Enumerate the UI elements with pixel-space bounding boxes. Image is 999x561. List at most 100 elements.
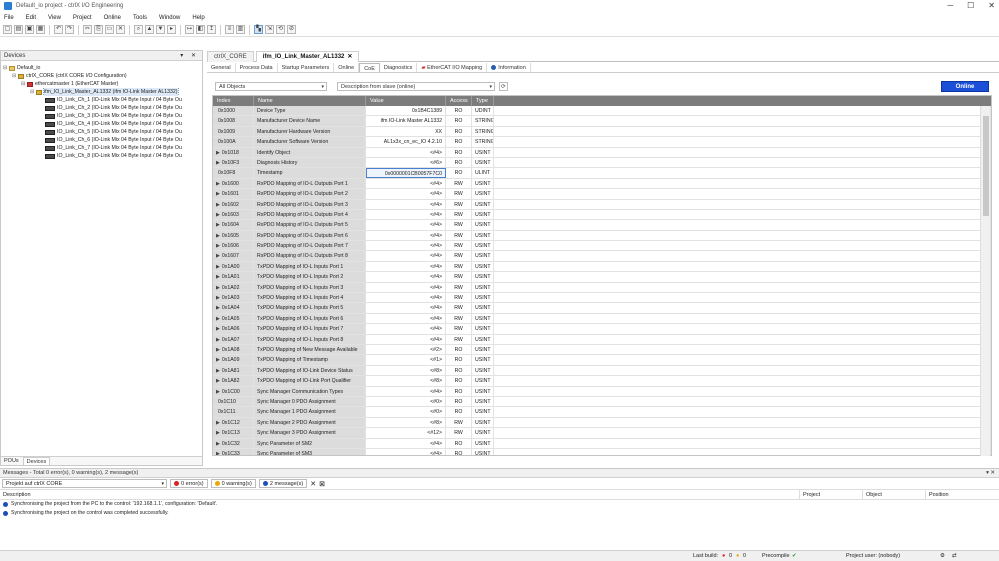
menu-window[interactable]: Window xyxy=(159,15,180,21)
table-row[interactable]: ▶ 0x1A06 TxPDO Mapping of IO-L Inputs Port… xyxy=(213,324,991,335)
table-row[interactable]: 0x1009 Manufacturer Hardware Version XX RO S… xyxy=(213,126,991,138)
expand-icon[interactable]: ▶ xyxy=(216,355,220,364)
table-row[interactable]: ▶ 0x1607 RxPDO Mapping of IO-L Outputs Por… xyxy=(213,251,991,262)
tree-item[interactable]: IO_Link_Ch_3 (IO-Link Mix 04 Byte Input … xyxy=(3,112,200,120)
expand-icon[interactable]: ▶ xyxy=(216,210,220,219)
subtab-diagnostics[interactable]: Diagnostics xyxy=(380,63,418,72)
tab-devices[interactable]: Devices xyxy=(22,457,51,465)
expand-icon[interactable]: ▶ xyxy=(216,158,220,167)
table-row[interactable]: ▶ 0x1C00 Sync Manager Communication Types <… xyxy=(213,386,991,397)
table-row[interactable]: 0x1008 Manufacturer Device Name ifm IO-Lin… xyxy=(213,116,991,127)
table-row[interactable]: ▶ 0x1A08 TxPDO Mapping of New Message Avai… xyxy=(213,344,991,356)
expand-icon[interactable]: ▶ xyxy=(216,418,220,427)
menu-project[interactable]: Project xyxy=(73,15,92,21)
expand-icon[interactable]: ▶ xyxy=(216,179,220,188)
save-icon[interactable]: ▣ xyxy=(25,25,34,34)
expand-icon[interactable]: ▶ xyxy=(216,189,220,198)
subtab-process-data[interactable]: Process Data xyxy=(236,63,278,72)
table-row[interactable]: ▶ 0x10F3 Diagnosis History <#6> RO USINT xyxy=(213,157,991,169)
login-icon[interactable]: ↦ xyxy=(185,25,194,34)
message-row[interactable]: Synchronising the project on the control… xyxy=(0,509,999,518)
table-row[interactable]: ▶ 0x1A09 TxPDO Mapping of Timestamp <#1> RO U… xyxy=(213,355,991,366)
table-row[interactable]: ▶ 0x1A02 TxPDO Mapping of IO-L Inputs Port… xyxy=(213,282,991,294)
expand-icon[interactable]: ▶ xyxy=(216,262,220,271)
tree-item[interactable]: IO_Link_Ch_5 (IO-Link Mix 04 Byte Input … xyxy=(3,128,200,136)
expand-icon[interactable]: ▶ xyxy=(216,293,220,302)
table-row[interactable]: ▶ 0x1C13 Sync Manager 3 PDO Assignment <#12… xyxy=(213,428,991,439)
col-position[interactable]: Position xyxy=(926,490,999,499)
new-project-icon[interactable]: ▢ xyxy=(3,25,12,34)
subtab-information[interactable]: Information xyxy=(487,63,531,72)
table-row[interactable]: ▶ 0x1C33 Sync Parameter of SM3 <#4> RO USINT xyxy=(213,448,991,455)
col-project[interactable]: Project xyxy=(800,490,863,499)
down-icon[interactable]: ▼ xyxy=(156,25,165,34)
expand-icon[interactable]: ▶ xyxy=(216,345,220,354)
save-all-icon[interactable]: ▦ xyxy=(36,25,45,34)
menu-view[interactable]: View xyxy=(48,15,61,21)
tree-item[interactable]: IO_Link_Ch_2 (IO-Link Mix 04 Byte Input … xyxy=(3,104,200,112)
menu-file[interactable]: File xyxy=(4,15,14,21)
subtab-startup-parameters[interactable]: Startup Parameters xyxy=(278,63,335,72)
clear-icon[interactable]: ✕ xyxy=(310,480,316,488)
expand-icon[interactable]: ▶ xyxy=(216,148,220,157)
expand-icon[interactable]: ▶ xyxy=(216,376,220,385)
expand-icon[interactable]: ▶ xyxy=(216,314,220,323)
col-type[interactable]: Type xyxy=(472,96,494,106)
build-icon[interactable]: ◧ xyxy=(196,25,205,34)
table-row[interactable]: ▶ 0x1601 RxPDO Mapping of IO-L Outputs Por… xyxy=(213,189,991,200)
table-row[interactable]: ▶ 0x1604 RxPDO Mapping of IO-L Outputs Por… xyxy=(213,220,991,231)
pane-controls[interactable]: ▾ ✕ xyxy=(986,469,995,477)
tree-item[interactable]: IO_Link_Ch_6 (IO-Link Mix 04 Byte Input … xyxy=(3,136,200,144)
scrollbar-thumb[interactable] xyxy=(983,116,989,216)
description-source-select[interactable]: Description from slave (online) ▾ xyxy=(337,82,495,91)
scan-icon[interactable]: ▚ xyxy=(254,25,263,34)
delete-icon[interactable]: ✕ xyxy=(116,25,125,34)
table-row[interactable]: ▶ 0x1602 RxPDO Mapping of IO-L Outputs Por… xyxy=(213,199,991,210)
table-row[interactable]: ▶ 0x1A03 TxPDO Mapping of IO-L Inputs Port… xyxy=(213,293,991,304)
up-icon[interactable]: ▲ xyxy=(145,25,154,34)
message-row[interactable]: Synchronising the project from the PC to… xyxy=(0,500,999,509)
maximize-button[interactable]: ☐ xyxy=(967,0,974,12)
paste-icon[interactable]: ▭ xyxy=(105,25,114,34)
table-row[interactable]: ▶ 0x1A81 TxPDO Mapping of IO-Link Device S… xyxy=(213,365,991,377)
table-row[interactable]: ▶ 0x1C12 Sync Manager 2 PDO Assignment <#8>… xyxy=(213,417,991,429)
subtab-coe[interactable]: CoE xyxy=(359,63,380,72)
col-index[interactable]: Index xyxy=(213,96,254,106)
editor-tab-ctrlx-core[interactable]: ctrlX_CORE xyxy=(207,51,254,62)
expand-icon[interactable]: ▶ xyxy=(216,303,220,312)
expand-icon[interactable]: ▶ xyxy=(216,324,220,333)
tab-pous[interactable]: POUs xyxy=(4,457,19,465)
subtab-online[interactable]: Online xyxy=(334,63,360,72)
tree-item[interactable]: ⊟ ifm_IO_Link_Master_AL1332 (ifm IO-Link … xyxy=(3,88,200,96)
connect-icon[interactable]: ⇲ xyxy=(265,25,274,34)
tree-item[interactable]: ⊟ Default_io xyxy=(3,64,200,72)
expand-icon[interactable]: ▶ xyxy=(216,220,220,229)
table-row[interactable]: ▶ 0x1A82 TxPDO Mapping of IO-Link Port Qua… xyxy=(213,376,991,387)
online-button[interactable]: Online xyxy=(941,81,989,92)
editor-tab-io-link-master[interactable]: ifm_IO_Link_Master_AL1332 ✕ xyxy=(255,51,360,62)
open-icon[interactable]: ▤ xyxy=(14,25,23,34)
tree-item[interactable]: IO_Link_Ch_4 (IO-Link Mix 04 Byte Input … xyxy=(3,120,200,128)
table-row[interactable]: ▶ 0x1C32 Sync Parameter of SM2 <#4> RO USINT xyxy=(213,438,991,449)
download-icon[interactable]: ↥ xyxy=(207,25,216,34)
col-access[interactable]: Access xyxy=(446,96,472,106)
table-row[interactable]: 0x100A Manufacturer Software Version AL1x3… xyxy=(213,137,991,148)
expand-icon[interactable]: ▶ xyxy=(216,335,220,344)
close-button[interactable]: ✕ xyxy=(988,0,995,12)
table-row[interactable]: ▶ 0x1A05 TxPDO Mapping of IO-L Inputs Port… xyxy=(213,313,991,325)
copy-icon[interactable]: ⎘ xyxy=(94,25,103,34)
expand-icon[interactable]: ▶ xyxy=(216,387,220,396)
expand-icon[interactable]: ▶ xyxy=(216,272,220,281)
undo-icon[interactable]: ↶ xyxy=(54,25,63,34)
reset-icon[interactable]: ⟲ xyxy=(276,25,285,34)
expand-icon[interactable]: ▶ xyxy=(216,283,220,292)
minimize-button[interactable]: ─ xyxy=(947,0,953,12)
message-category-select[interactable]: Projekt auf ctrlX CORE ▾ xyxy=(2,479,167,488)
settings-icon[interactable]: ⚙ xyxy=(940,551,945,561)
errors-filter-button[interactable]: 0 error(s) xyxy=(170,479,208,488)
table-row[interactable]: ▶ 0x1606 RxPDO Mapping of IO-L Outputs Por… xyxy=(213,241,991,252)
step-icon[interactable]: ▸ xyxy=(167,25,176,34)
table-row[interactable]: ▶ 0x1A01 TxPDO Mapping of IO-L Inputs Port… xyxy=(213,272,991,283)
table-row[interactable]: ▶ 0x1600 RxPDO Mapping of IO-L Outputs Por… xyxy=(213,178,991,190)
cut-icon[interactable]: ✂ xyxy=(83,25,92,34)
